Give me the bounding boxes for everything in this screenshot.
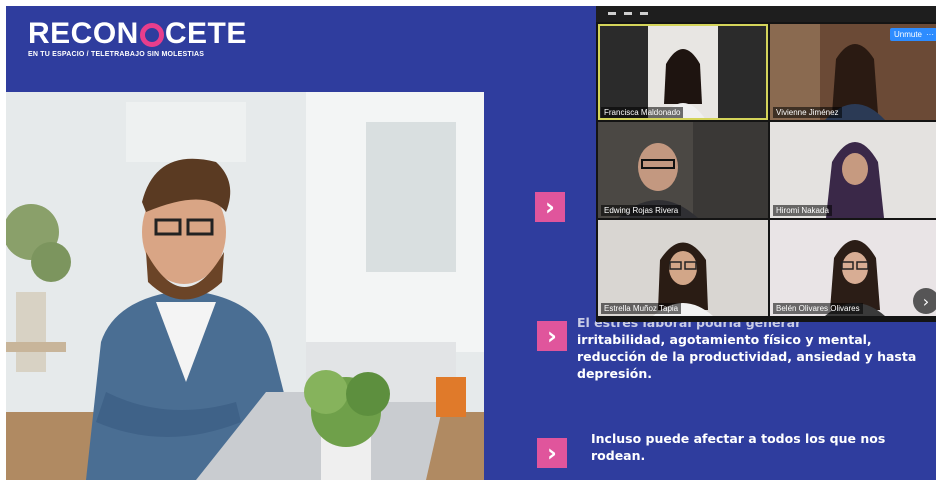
participant-tile[interactable]: Edwing Rojas Rivera [598, 122, 768, 218]
man-working-laptop-photo [6, 92, 484, 480]
brand-subtitle: EN TU ESPACIO / TELETRABAJO SIN MOLESTIA… [28, 51, 205, 58]
bullet-1-chevron: › [535, 192, 565, 222]
presentation-slide: RECON CETE EN TU ESPACIO / TELETRABAJO S… [6, 6, 936, 480]
participant-video [598, 220, 768, 316]
brand-title: RECON CETE [28, 18, 247, 50]
bullet-2-chevron: › [537, 321, 567, 351]
next-page-button[interactable]: › [913, 288, 936, 314]
participant-name: Estrella Muñoz Tapia [601, 303, 682, 314]
toolbar-icon[interactable] [608, 12, 616, 15]
participant-video [598, 24, 768, 120]
participant-name: Francisca Maldonado [601, 107, 684, 118]
participant-video [770, 220, 936, 316]
participant-tile[interactable]: Estrella Muñoz Tapia [598, 220, 768, 316]
participant-video [598, 122, 768, 218]
video-call-toolbar [596, 6, 936, 22]
chevron-right-icon: › [547, 439, 557, 467]
screen: RECON CETE EN TU ESPACIO / TELETRABAJO S… [0, 0, 939, 484]
toolbar-icon[interactable] [640, 12, 648, 15]
participant-video [770, 122, 936, 218]
participant-tile[interactable]: Unmute ··· Vivienne Jiménez [770, 24, 936, 120]
bullet-2-body: irritabilidad, agotamiento físico y ment… [577, 332, 917, 381]
brand-o-ring [139, 23, 164, 47]
participant-tile[interactable]: Francisca Maldonado [598, 24, 768, 120]
bullet-3-chevron: › [537, 438, 567, 468]
toolbar-icon[interactable] [624, 12, 632, 15]
participant-name: Vivienne Jiménez [773, 107, 842, 118]
bullet-3-text: Incluso puede afectar a todos los que no… [591, 431, 886, 463]
participant-name: Belén Olivares Olivares [773, 303, 863, 314]
unmute-button[interactable]: Unmute [889, 28, 926, 41]
chevron-right-icon: › [545, 193, 555, 221]
bullet-2-text: El estrés laboral podría generar irritab… [577, 314, 917, 382]
brand-logo: RECON CETE EN TU ESPACIO / TELETRABAJO S… [28, 18, 247, 59]
more-options-button[interactable]: ··· [923, 28, 936, 41]
photo-illustration [6, 92, 484, 480]
brand-title-part2: CETE [164, 17, 247, 50]
video-call-gallery: Francisca Maldonado Unmute ··· Vivienne … [596, 6, 936, 322]
brand-title-part1: RECON [28, 17, 139, 50]
participant-name: Hiromi Nakada [773, 205, 832, 216]
chevron-right-icon: › [922, 291, 930, 311]
participant-tile[interactable]: Hiromi Nakada [770, 122, 936, 218]
participant-name: Edwing Rojas Rivera [601, 205, 682, 216]
participant-tile[interactable]: Belén Olivares Olivares [770, 220, 936, 316]
chevron-right-icon: › [547, 322, 557, 350]
